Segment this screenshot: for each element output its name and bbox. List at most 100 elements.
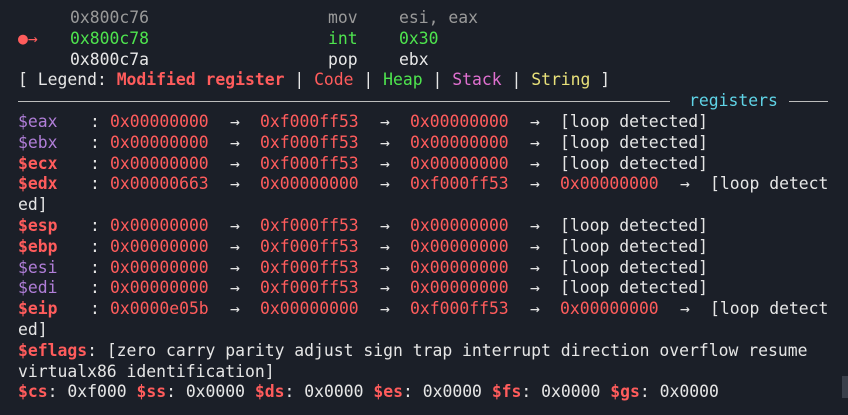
eflags-line: $eflags: [zero carry parity adjust sign … (18, 341, 838, 362)
register-name: $eip (18, 299, 58, 319)
register-name: $ebp (18, 236, 58, 256)
eflags-name: $eflags (18, 340, 88, 360)
register-chain-value: 0xf000ff53 (260, 278, 359, 298)
register-loop-status: [loop detected] (560, 236, 709, 256)
register-row: $esp:0x00000000 → 0xf000ff53 → 0x00000000 → [l… (18, 216, 838, 237)
register-chain-value: 0xf000ff53 (410, 174, 509, 194)
arrow-right-icon: → (230, 257, 240, 277)
segment-spacer (127, 382, 137, 401)
arrow-right-icon: → (230, 132, 240, 152)
arrow-right-icon: → (530, 278, 540, 298)
disasm-mnemonic: mov (328, 8, 358, 27)
arrow-right-icon: → (680, 299, 690, 319)
register-chain-value: 0x00000000 (110, 111, 209, 131)
register-row: $edx:0x00000663 → 0x00000000 → 0xf000ff53 → 0x… (18, 174, 838, 195)
register-chain-value: 0x00000000 (410, 153, 509, 173)
register-chain-value: 0x00000000 (110, 132, 209, 152)
register-chain-value: 0x00000000 (260, 299, 359, 319)
arrow-right-icon: → (230, 111, 240, 131)
register-row-wrap: ed] (18, 195, 838, 216)
legend-separator: | (353, 70, 384, 90)
eflags-line-wrap: virtualx86 identification] (18, 362, 838, 383)
segment-register-name: $ds (254, 382, 285, 402)
arrow-right-icon: → (680, 174, 690, 194)
arrow-right-icon: → (530, 174, 540, 194)
registers-section-header: registers (18, 91, 838, 112)
segment-spacer (482, 382, 492, 401)
disasm-line-current: ●→ 0x800c78 int 0x30 (18, 29, 838, 50)
segment-colon: : (47, 382, 68, 402)
eflags-value-wrap: virtualx86 identification] (18, 361, 275, 381)
register-chain-value: 0x00000000 (260, 174, 359, 194)
disasm-mnemonic: pop (328, 49, 358, 69)
register-colon: : (90, 278, 100, 298)
register-row-wrap: ed] (18, 320, 838, 341)
register-colon: : (90, 132, 100, 152)
register-chain-value: 0x00000000 (410, 278, 509, 298)
register-loop-status: [loop detected] (560, 153, 709, 173)
current-instruction-marker-icon: ●→ (18, 28, 38, 48)
segment-register-name: $ss (136, 382, 167, 402)
arrow-right-icon: → (530, 215, 540, 235)
disasm-mnemonic: int (328, 28, 358, 48)
register-row: $edi:0x00000000 → 0xf000ff53 → 0x00000000 → [l… (18, 278, 838, 299)
arrow-right-icon: → (530, 132, 540, 152)
register-chain-value: 0x00000000 (410, 257, 509, 277)
register-chain-value: 0xf000ff53 (260, 153, 359, 173)
disasm-operands: 0x30 (399, 28, 439, 48)
legend-separator: | (284, 70, 315, 90)
disasm-address: 0x800c7a (70, 49, 149, 69)
register-chain-value: 0x00000000 (410, 236, 509, 256)
register-name: $esi (18, 257, 58, 277)
segment-spacer (363, 382, 373, 401)
arrow-right-icon: → (380, 278, 390, 298)
register-chain-value: 0x00000000 (560, 174, 659, 194)
register-chain-value: 0xf000ff53 (260, 111, 359, 131)
segment-spacer (600, 382, 610, 401)
arrow-right-icon: → (530, 153, 540, 173)
arrow-right-icon: → (380, 257, 390, 277)
register-name: $esp (18, 215, 58, 235)
register-name: $edi (18, 278, 58, 298)
segment-register-name: $es (373, 382, 403, 402)
register-row: $eax:0x00000000 → 0xf000ff53 → 0x00000000 → [l… (18, 112, 838, 133)
register-colon: : (90, 257, 100, 277)
section-divider (18, 101, 670, 103)
register-chain-value: 0x0000e05b (110, 299, 209, 319)
register-colon: : (90, 153, 100, 173)
disasm-operands: esi, eax (399, 8, 478, 27)
register-chain-value: 0x00000000 (110, 278, 209, 298)
segment-colon: : (521, 382, 542, 402)
legend-separator: | (501, 70, 532, 90)
register-loop-status: [loop detected] (560, 257, 709, 277)
disasm-line: 0x800c7a pop ebx (18, 50, 838, 71)
register-loop-status: [loop detected] (560, 215, 709, 235)
segment-register-name: $fs (491, 382, 522, 402)
segment-registers: $cs: 0xf000 $ss: 0x0000 $ds: 0x0000 $es:… (18, 382, 838, 403)
arrow-right-icon: → (230, 174, 240, 194)
register-chain-value: 0xf000ff53 (260, 215, 359, 235)
register-row: $eip:0x0000e05b → 0x00000000 → 0xf000ff53 → 0x… (18, 299, 838, 320)
arrow-right-icon: → (230, 236, 240, 256)
disasm-address: 0x800c76 (70, 8, 149, 27)
register-colon: : (90, 236, 100, 256)
scrollbar[interactable] (842, 376, 848, 398)
arrow-right-icon: → (380, 236, 390, 256)
disasm-address: 0x800c78 (70, 28, 149, 48)
segment-register-value: 0x0000 (541, 382, 601, 402)
registers-section-title: registers (689, 91, 778, 111)
register-name: $edx (18, 174, 58, 194)
register-loop-status: [loop detected] (560, 278, 709, 298)
arrow-right-icon: → (230, 215, 240, 235)
register-chain-value: 0x00000000 (410, 111, 509, 131)
register-chain-value: 0x00000000 (410, 215, 509, 235)
legend-code: Code (314, 70, 354, 90)
arrow-right-icon: → (530, 111, 540, 131)
register-chain-value: 0xf000ff53 (260, 236, 359, 256)
disasm-line: 0x800c76 mov esi, eax (18, 8, 838, 29)
register-colon: : (90, 111, 100, 131)
segment-register-value: 0xf000 (67, 382, 127, 402)
register-loop-status: [loop detect (710, 299, 829, 319)
segment-colon: : (402, 382, 423, 402)
register-row: $esi:0x00000000 → 0xf000ff53 → 0x00000000 → [l… (18, 258, 838, 279)
